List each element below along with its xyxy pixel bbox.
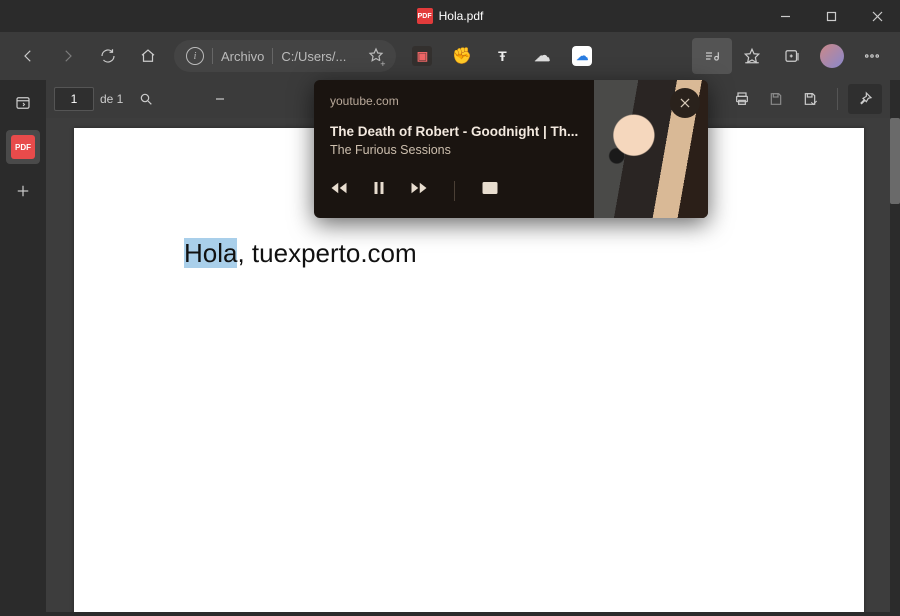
- home-button[interactable]: [128, 38, 168, 74]
- address-label: Archivo: [221, 49, 264, 64]
- pdf-tab-icon: PDF: [11, 135, 35, 159]
- window-title: PDF Hola.pdf: [417, 8, 484, 24]
- media-pause-button[interactable]: [370, 179, 388, 202]
- collections-button[interactable]: [772, 38, 812, 74]
- media-previous-button[interactable]: [330, 179, 348, 202]
- site-info-icon[interactable]: i: [186, 47, 204, 65]
- window-title-text: Hola.pdf: [439, 9, 484, 23]
- close-window-button[interactable]: [854, 0, 900, 32]
- title-bar: PDF Hola.pdf: [0, 0, 900, 32]
- media-track-title: The Death of Robert - Goodnight | Th...: [330, 124, 578, 139]
- vertical-scrollbar[interactable]: [890, 80, 900, 612]
- page-count-label: de 1: [100, 92, 123, 106]
- favorites-button[interactable]: [732, 38, 772, 74]
- tab-actions-button[interactable]: [6, 86, 40, 120]
- add-favorite-icon[interactable]: +: [368, 47, 384, 66]
- page-number-input[interactable]: [54, 87, 94, 111]
- extension-1[interactable]: ▣: [402, 38, 442, 74]
- more-button[interactable]: [852, 38, 892, 74]
- profile-button[interactable]: [812, 38, 852, 74]
- minimize-button[interactable]: [762, 0, 808, 32]
- media-control-button[interactable]: [692, 38, 732, 74]
- scrollbar-thumb[interactable]: [890, 118, 900, 204]
- pdf-text-line[interactable]: Hola, tuexperto.com: [184, 238, 417, 269]
- selected-text: Hola: [184, 238, 237, 268]
- address-path: C:/Users/...: [281, 49, 346, 64]
- forward-button[interactable]: [48, 38, 88, 74]
- browser-toolbar: i Archivo C:/Users/... + ▣ ✊ Ŧ ☁ ☁: [0, 32, 900, 80]
- media-next-button[interactable]: [410, 179, 428, 202]
- media-source: youtube.com: [330, 94, 578, 108]
- refresh-button[interactable]: [88, 38, 128, 74]
- new-tab-button[interactable]: [6, 174, 40, 208]
- media-control-flyout: youtube.com The Death of Robert - Goodni…: [314, 80, 708, 218]
- media-close-button[interactable]: [670, 88, 700, 118]
- extension-5[interactable]: ☁: [562, 38, 602, 74]
- pin-toolbar-button[interactable]: [848, 84, 882, 114]
- zoom-out-button[interactable]: [203, 84, 237, 114]
- extension-4[interactable]: ☁: [522, 38, 562, 74]
- extension-2[interactable]: ✊: [442, 38, 482, 74]
- save-button[interactable]: [759, 84, 793, 114]
- extension-3[interactable]: Ŧ: [482, 38, 522, 74]
- pdf-text-rest: , tuexperto.com: [237, 238, 416, 268]
- avatar: [820, 44, 844, 68]
- maximize-button[interactable]: [808, 0, 854, 32]
- print-button[interactable]: [725, 84, 759, 114]
- search-pdf-button[interactable]: [129, 84, 163, 114]
- back-button[interactable]: [8, 38, 48, 74]
- picture-in-picture-button[interactable]: [481, 179, 499, 202]
- address-bar[interactable]: i Archivo C:/Users/... +: [174, 40, 396, 72]
- vertical-tab-sidebar: PDF: [0, 80, 46, 612]
- current-tab[interactable]: PDF: [6, 130, 40, 164]
- save-as-button[interactable]: [793, 84, 827, 114]
- pdf-icon: PDF: [417, 8, 433, 24]
- media-artist: The Furious Sessions: [330, 143, 578, 157]
